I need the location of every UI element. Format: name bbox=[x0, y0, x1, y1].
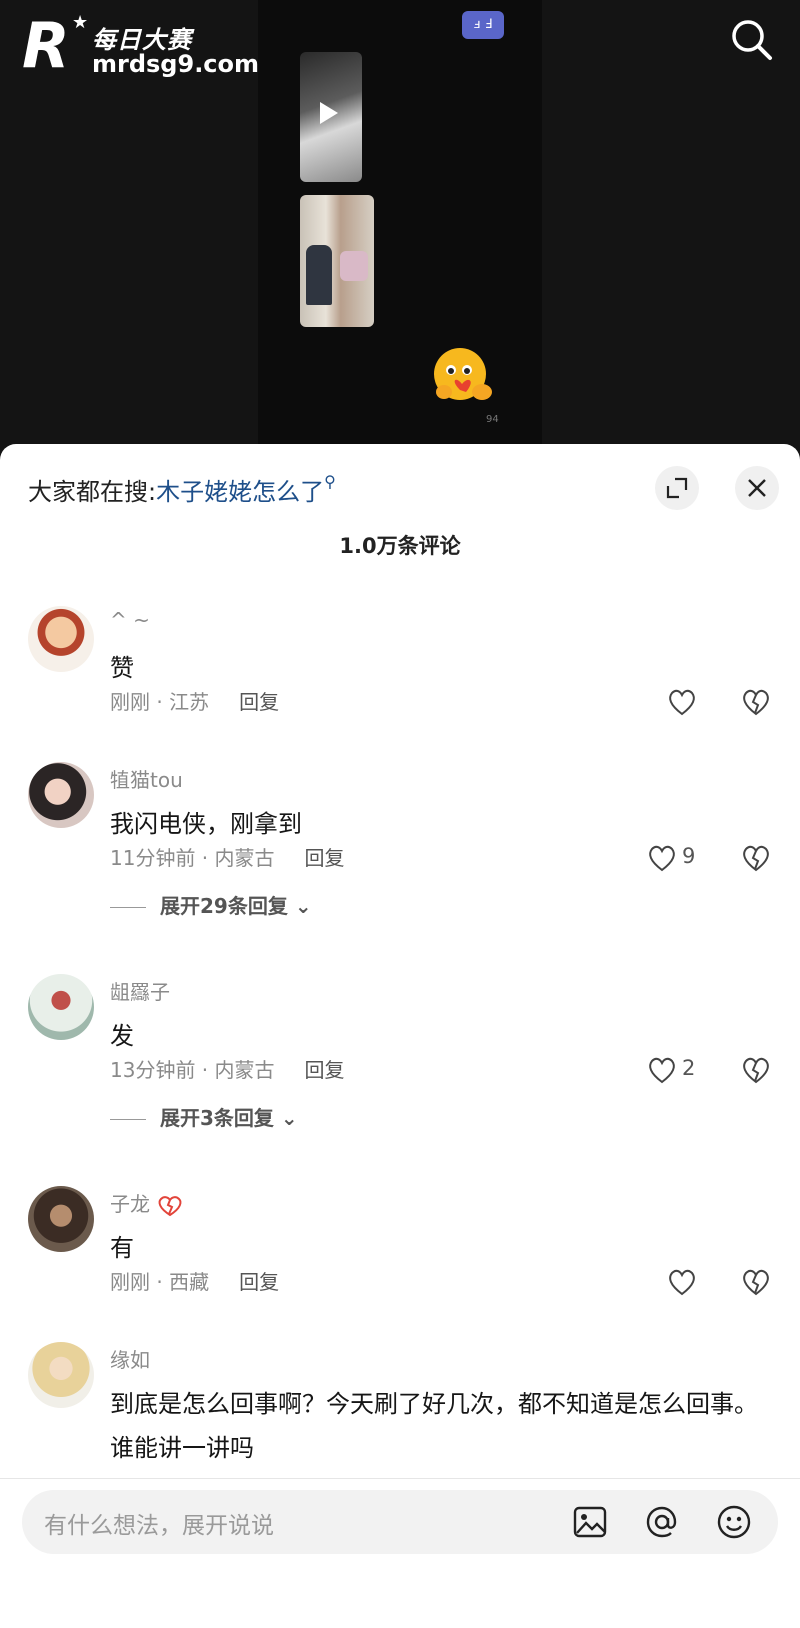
heart-icon bbox=[669, 689, 695, 716]
comment-meta: 刚刚 · 江苏 回复 bbox=[110, 690, 280, 714]
comment-item: 子龙 有 刚刚 · 西藏 回复 bbox=[0, 1186, 800, 1326]
avatar[interactable] bbox=[28, 606, 94, 672]
broken-heart-icon bbox=[743, 689, 769, 716]
comment-author[interactable]: ^ ~ bbox=[110, 608, 150, 632]
play-icon bbox=[320, 102, 338, 124]
comment-text: 到底是怎么回事啊？今天刷了好几次，都不知道是怎么回事。谁能讲一讲吗 bbox=[110, 1390, 758, 1462]
broken-heart-icon bbox=[743, 1269, 769, 1296]
avatar[interactable] bbox=[28, 1186, 94, 1252]
like-button[interactable]: 2 bbox=[646, 1054, 726, 1086]
avatar[interactable] bbox=[28, 762, 94, 828]
avatar[interactable] bbox=[28, 1342, 94, 1408]
chevron-down-icon: ⌄ bbox=[280, 1106, 298, 1130]
comment-author[interactable]: 犆猫tou bbox=[110, 764, 183, 793]
search-icon[interactable] bbox=[728, 16, 774, 62]
comment-text: 有 bbox=[110, 1234, 134, 1262]
broken-heart-icon bbox=[743, 1057, 769, 1084]
hot-search-keyword[interactable]: 木子姥姥怎么了 bbox=[156, 478, 324, 506]
hot-search[interactable]: 大家都在搜:木子姥姥怎么了⚲ bbox=[28, 472, 336, 507]
comment-item: ^ ~ 赞 刚刚 · 江苏 回复 bbox=[0, 606, 800, 746]
heart-icon bbox=[649, 1057, 675, 1084]
comment-meta: 刚刚 · 西藏 回复 bbox=[110, 1270, 280, 1294]
broken-heart-badge-icon bbox=[158, 1195, 182, 1216]
dislike-button[interactable] bbox=[740, 686, 772, 718]
comment-meta: 13分钟前 · 内蒙古 回复 bbox=[110, 1058, 345, 1082]
video-badge: ⅎ Ⅎ bbox=[462, 11, 504, 39]
chevron-down-icon: ⌄ bbox=[294, 894, 312, 918]
reply-button[interactable]: 回复 bbox=[305, 1058, 345, 1082]
comment-input-placeholder: 有什么想法，展开说说 bbox=[44, 1513, 274, 1539]
image-icon[interactable] bbox=[572, 1504, 608, 1540]
comment-item: 犆猫tou 我闪电侠，刚拿到 11分钟前 · 内蒙古 回复 9 展开29条回复 ⌄ bbox=[0, 762, 800, 942]
broken-heart-icon bbox=[743, 845, 769, 872]
comment-item: 龃羉子 发 13分钟前 · 内蒙古 回复 2 展开3条回复 ⌄ bbox=[0, 974, 800, 1154]
dislike-button[interactable] bbox=[740, 1266, 772, 1298]
comment-author[interactable]: 子龙 bbox=[110, 1188, 184, 1218]
mention-icon[interactable] bbox=[644, 1504, 680, 1540]
comments-sheet: 大家都在搜:木子姥姥怎么了⚲ 1.0万条评论 ^ ~ 赞 刚刚 · 江苏 回复 犆… bbox=[0, 444, 800, 1628]
video-thumbnail-2[interactable] bbox=[300, 195, 374, 327]
comment-meta: 11分钟前 · 内蒙古 回复 bbox=[110, 846, 345, 870]
dislike-button[interactable] bbox=[740, 1054, 772, 1086]
close-icon bbox=[748, 479, 766, 497]
star-icon: ★ bbox=[72, 12, 89, 33]
emoji-icon[interactable] bbox=[716, 1504, 752, 1540]
like-count: 2 bbox=[682, 1056, 696, 1080]
input-divider bbox=[0, 1478, 800, 1479]
comment-text: 我闪电侠，刚拿到 bbox=[110, 810, 302, 838]
magnifier-icon: ⚲ bbox=[324, 472, 336, 491]
avatar[interactable] bbox=[28, 974, 94, 1040]
brand-logo: R ★ 每日大赛 mrdsg9.com bbox=[22, 9, 260, 82]
comment-text: 发 bbox=[110, 1022, 134, 1050]
like-button[interactable] bbox=[666, 686, 746, 718]
close-button[interactable] bbox=[735, 466, 779, 510]
heart-hug-emoji-icon bbox=[430, 346, 502, 410]
expand-icon bbox=[666, 477, 688, 499]
expand-button[interactable] bbox=[655, 466, 699, 510]
like-count: 9 bbox=[682, 844, 696, 868]
like-button[interactable]: 9 bbox=[646, 842, 726, 874]
expand-replies-button[interactable]: 展开29条回复 ⌄ bbox=[110, 890, 312, 919]
comment-text: 赞 bbox=[110, 654, 134, 682]
heart-icon bbox=[669, 1269, 695, 1296]
reply-button[interactable]: 回复 bbox=[239, 690, 279, 714]
comment-input[interactable]: 有什么想法，展开说说 bbox=[22, 1490, 778, 1554]
comment-item: 缘如 到底是怎么回事啊？今天刷了好几次，都不知道是怎么回事。谁能讲一讲吗 bbox=[0, 1342, 800, 1482]
like-button[interactable] bbox=[666, 1266, 746, 1298]
video-player[interactable]: R ★ 每日大赛 mrdsg9.com ⅎ Ⅎ 94 bbox=[0, 0, 800, 460]
dislike-button[interactable] bbox=[740, 842, 772, 874]
comment-count-title: 1.0万条评论 bbox=[339, 534, 461, 558]
expand-replies-button[interactable]: 展开3条回复 ⌄ bbox=[110, 1102, 298, 1131]
comment-author[interactable]: 龃羉子 bbox=[110, 976, 170, 1005]
reply-button[interactable]: 回复 bbox=[239, 1270, 279, 1294]
video-thumbnail-1[interactable] bbox=[300, 52, 362, 182]
reply-button[interactable]: 回复 bbox=[305, 846, 345, 870]
comment-author[interactable]: 缘如 bbox=[110, 1344, 150, 1373]
heart-icon bbox=[649, 845, 675, 872]
